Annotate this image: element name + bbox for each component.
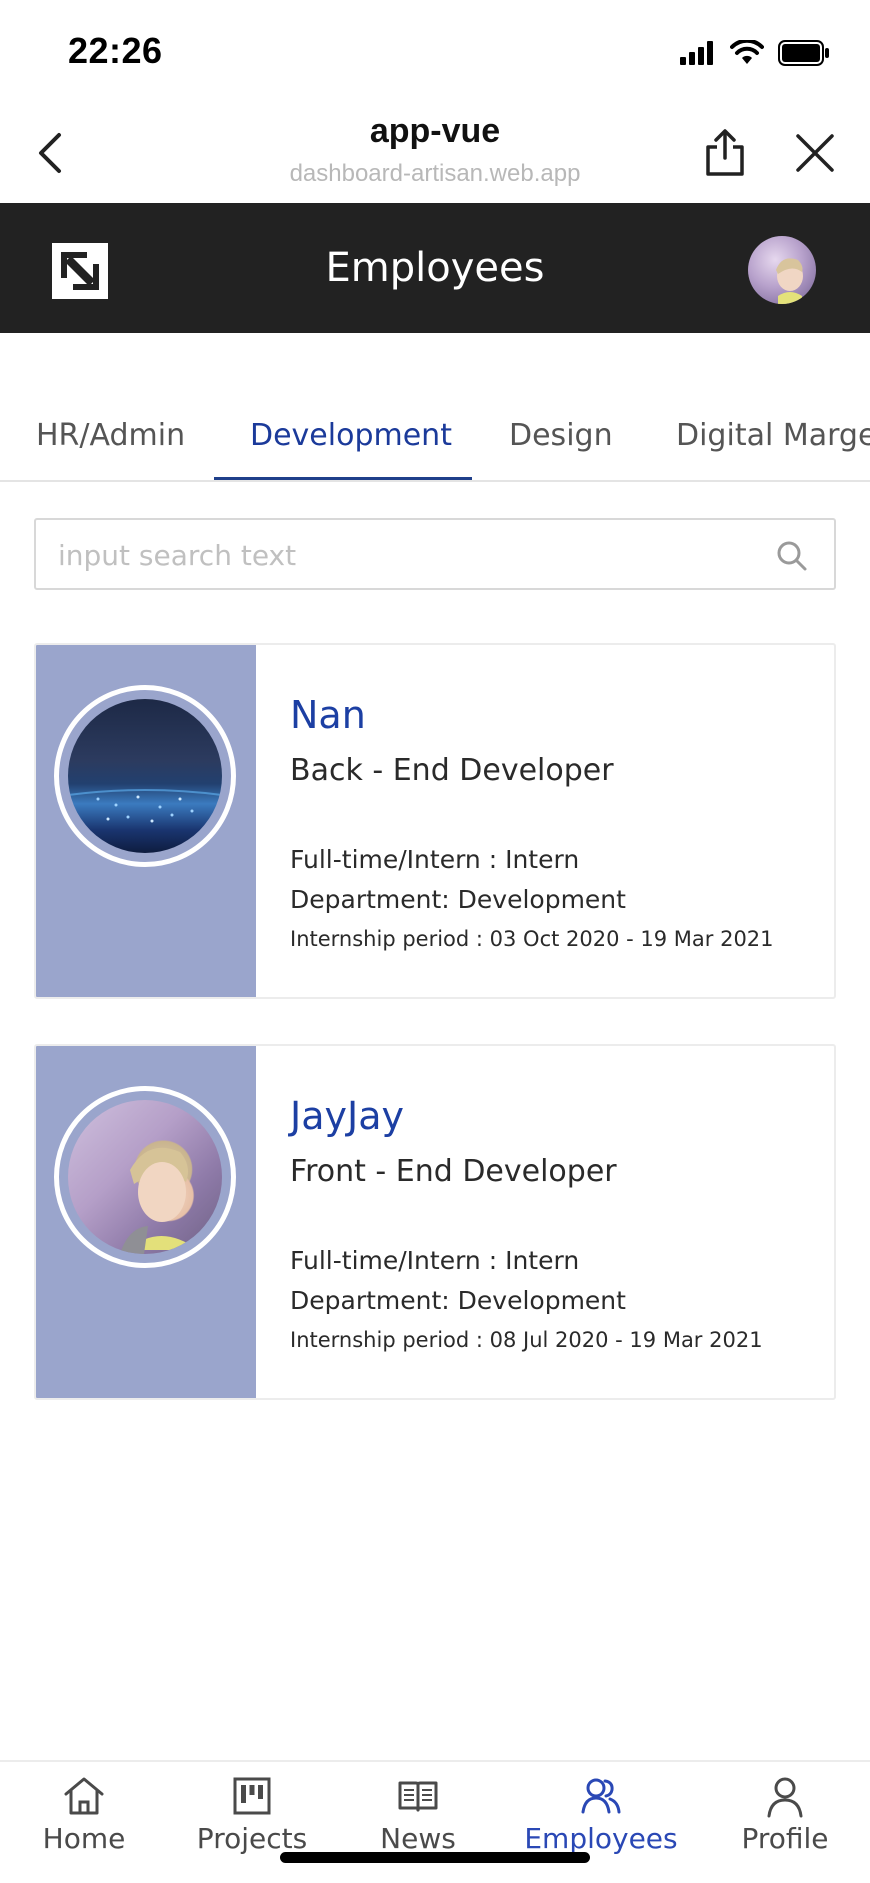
nav-home-label: Home [42,1822,126,1855]
department-tabs: HR/Admin Development Design Digital Marg… [0,400,870,482]
nav-employees-label: Employees [524,1822,678,1855]
battery-icon [778,40,829,66]
tab-digital-marget[interactable]: Digital Marget [676,418,870,453]
employee-employment: Full-time/Intern : Intern [290,1246,580,1275]
profile-icon [767,1777,803,1818]
employee-role: Front - End Developer [290,1154,617,1189]
nav-profile[interactable]: Profile [705,1774,865,1855]
close-button[interactable] [790,128,840,178]
employee-name[interactable]: Nan [290,693,366,737]
employee-card[interactable]: Nan Back - End Developer Full-time/Inter… [34,643,836,999]
search-box [34,518,836,590]
tab-hr-admin[interactable]: HR/Admin [36,418,185,453]
status-icons [680,40,830,66]
employee-card[interactable]: JayJay Front - End Developer Full-time/I… [34,1044,836,1400]
card-side-panel [36,1046,256,1398]
night-city-image-icon [68,789,222,823]
active-tab-indicator [214,477,472,480]
employees-icon [581,1778,621,1814]
search-input[interactable] [58,530,758,580]
employee-name[interactable]: JayJay [290,1094,404,1138]
nav-projects-label: Projects [196,1822,308,1855]
tab-development[interactable]: Development [250,418,452,453]
employee-internship-period: Internship period : 03 Oct 2020 - 19 Mar… [290,927,774,951]
app-header: Employees [0,203,870,333]
wifi-icon [730,40,764,64]
bottom-nav: Home Projects News Employees Profile [0,1760,870,1883]
employee-avatar [54,685,236,867]
person-image-icon [120,1147,198,1254]
status-time: 22:26 [68,30,163,71]
employee-employment: Full-time/Intern : Intern [290,845,580,874]
night-city-photo [68,699,222,853]
tab-design[interactable]: Design [509,418,613,453]
status-bar: 22:26 [0,0,870,100]
close-icon [796,134,834,172]
user-avatar[interactable] [748,236,816,304]
card-side-panel [36,645,256,997]
home-icon [64,1777,104,1815]
employee-internship-period: Internship period : 08 Jul 2020 - 19 Mar… [290,1328,763,1352]
employee-department: Department: Development [290,1286,626,1315]
person-photo [68,1100,222,1254]
avatar-image-icon [776,258,803,304]
share-button[interactable] [700,128,750,178]
news-icon [398,1781,438,1812]
employee-avatar [54,1086,236,1268]
share-icon [706,129,744,176]
employee-department: Department: Development [290,885,626,914]
nav-projects[interactable]: Projects [172,1774,332,1855]
search-icon[interactable] [776,540,808,572]
nav-employees[interactable]: Employees [521,1774,681,1855]
signal-icon [680,41,713,65]
projects-icon [233,1777,271,1815]
nav-profile-label: Profile [741,1822,829,1855]
nav-news-label: News [380,1822,456,1855]
nav-home[interactable]: Home [4,1774,164,1855]
employee-role: Back - End Developer [290,753,614,788]
home-indicator [280,1852,590,1863]
page-title: Employees [325,245,545,291]
nav-news[interactable]: News [338,1774,498,1855]
browser-bar: app-vue dashboard-artisan.web.app [0,100,870,203]
